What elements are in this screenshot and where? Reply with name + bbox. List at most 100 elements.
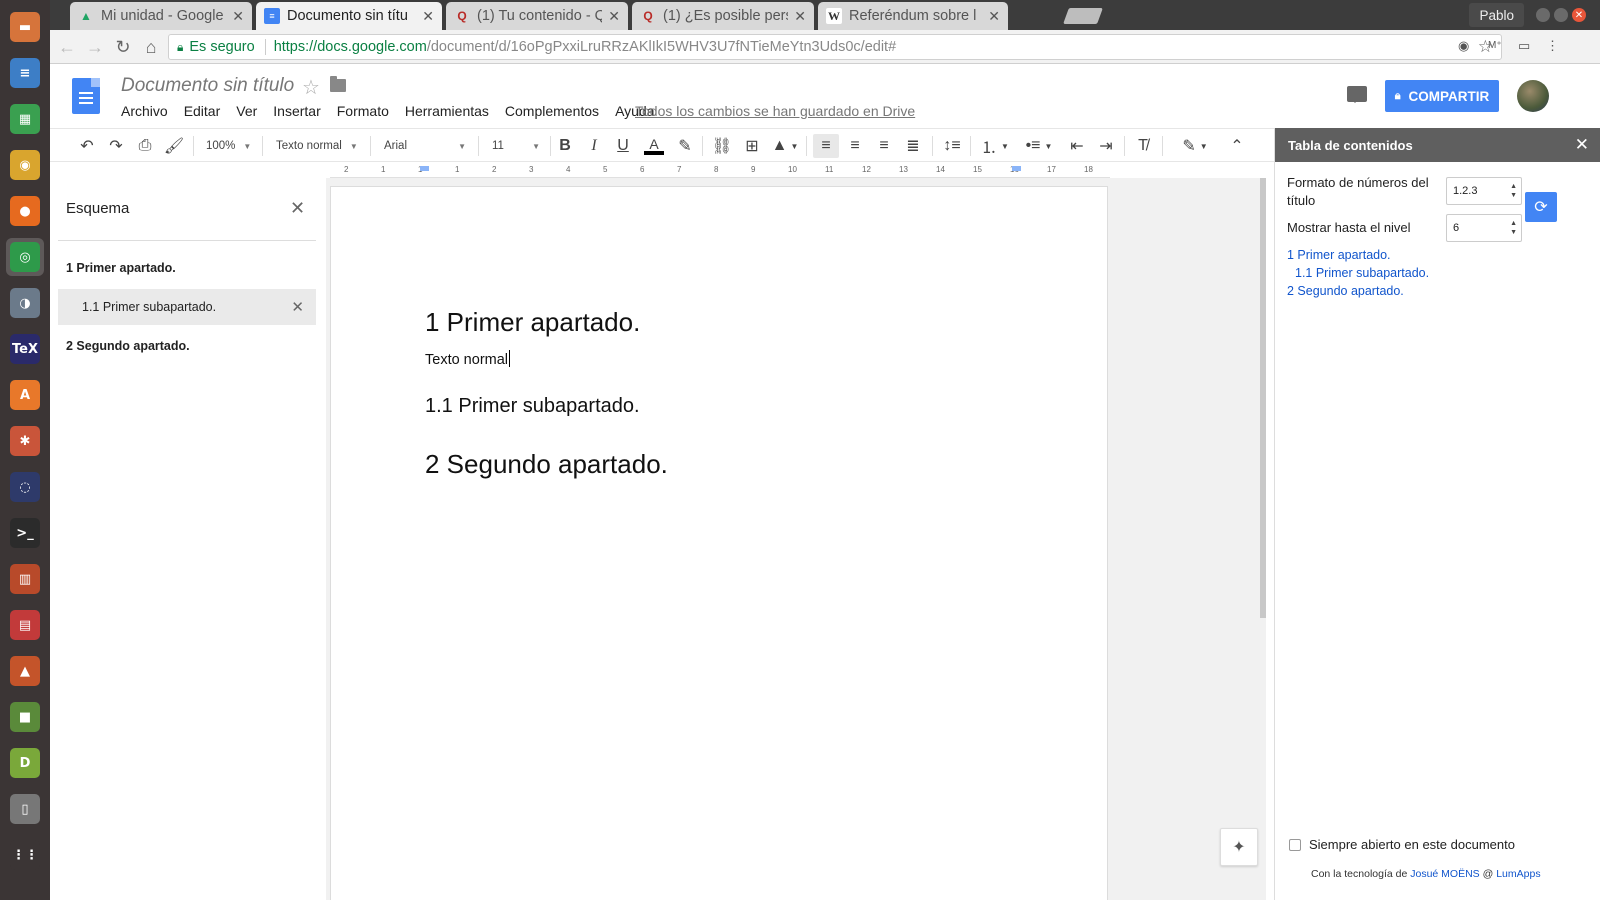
- calc-icon[interactable]: ▦: [6, 100, 44, 138]
- paragraph-style-select[interactable]: Texto normal ▼: [276, 134, 358, 158]
- settings-icon[interactable]: ✱: [6, 422, 44, 460]
- close-icon[interactable]: ✕: [608, 8, 620, 25]
- forward-icon[interactable]: →: [84, 36, 106, 58]
- always-open-checkbox[interactable]: [1289, 838, 1301, 851]
- heading-1[interactable]: 2 Segundo apartado.: [425, 449, 668, 480]
- close-icon[interactable]: ✕: [290, 198, 305, 219]
- tab-document[interactable]: ≡ Documento sin títu ✕: [256, 2, 442, 30]
- highlight-icon[interactable]: ✎: [674, 134, 696, 158]
- scrollbar[interactable]: [1260, 178, 1266, 618]
- geogebra-icon[interactable]: ◌: [6, 468, 44, 506]
- menu-ver[interactable]: Ver: [236, 103, 257, 119]
- font-size-select[interactable]: 11 ▼: [492, 134, 540, 158]
- share-button[interactable]: 🔒︎ COMPARTIR: [1385, 80, 1499, 112]
- refresh-button[interactable]: ⟳: [1525, 192, 1557, 222]
- menu-herramientas[interactable]: Herramientas: [405, 103, 489, 119]
- document-page[interactable]: 1 Primer apartado. Texto normal 1.1 Prim…: [330, 186, 1108, 900]
- right-indent-marker[interactable]: [1012, 166, 1021, 171]
- writer-icon[interactable]: ≡: [6, 54, 44, 92]
- terminal-icon[interactable]: >_: [6, 514, 44, 552]
- avatar[interactable]: [1517, 80, 1549, 112]
- chrome-icon[interactable]: ◎: [6, 238, 44, 276]
- docs-logo-icon[interactable]: [72, 78, 100, 114]
- back-icon[interactable]: ←: [56, 36, 78, 58]
- maximize-icon[interactable]: [1554, 8, 1568, 22]
- document-title[interactable]: Documento sin título: [121, 75, 294, 97]
- extension-icon[interactable]: M⁺: [1488, 40, 1502, 51]
- outline-item[interactable]: 1.1 Primer subapartado. ✕: [58, 289, 316, 325]
- tab-quora-question[interactable]: Q (1) ¿Es posible pers ✕: [632, 2, 814, 30]
- align-justify-icon[interactable]: ≣: [902, 134, 924, 158]
- toc-link[interactable]: 1.1 Primer subapartado.: [1295, 266, 1429, 280]
- font-select[interactable]: Arial ▼: [384, 134, 466, 158]
- credit-company-link[interactable]: LumApps: [1496, 868, 1540, 880]
- dia-icon[interactable]: D: [6, 744, 44, 782]
- collapse-icon[interactable]: ⌃: [1226, 134, 1248, 158]
- redo-icon[interactable]: ↷: [105, 134, 127, 158]
- minecraft-icon[interactable]: ■: [6, 698, 44, 736]
- credit-author-link[interactable]: Josué MOËNS: [1410, 868, 1479, 880]
- always-open-option[interactable]: Siempre abierto en este documento: [1289, 837, 1515, 852]
- minimize-icon[interactable]: [1536, 8, 1550, 22]
- earth-pro-icon[interactable]: ◑: [6, 284, 44, 322]
- link-icon[interactable]: ⛓︎: [710, 134, 734, 158]
- menu-editar[interactable]: Editar: [184, 103, 221, 119]
- menu-insertar[interactable]: Insertar: [273, 103, 320, 119]
- outline-item[interactable]: 1 Primer apartado.: [58, 250, 316, 286]
- save-status[interactable]: Todos los cambios se han guardado en Dri…: [635, 103, 915, 119]
- zoom-select[interactable]: 100% ▼: [206, 134, 251, 158]
- body-paragraph[interactable]: Texto normal: [425, 350, 511, 368]
- text-color-icon[interactable]: A: [642, 134, 666, 158]
- add-comment-icon[interactable]: ⊞: [741, 134, 763, 158]
- bold-icon[interactable]: B: [554, 134, 576, 158]
- align-center-icon[interactable]: ≡: [844, 134, 866, 158]
- software-center-icon[interactable]: A: [6, 376, 44, 414]
- line-spacing-icon[interactable]: ↕≡: [940, 134, 964, 158]
- close-icon[interactable]: ✕: [794, 8, 806, 25]
- tab-quora-content[interactable]: Q (1) Tu contenido - Q ✕: [446, 2, 628, 30]
- menu-complementos[interactable]: Complementos: [505, 103, 599, 119]
- comments-icon[interactable]: [1347, 86, 1367, 103]
- editing-mode-icon[interactable]: ✎ ▼: [1178, 134, 1212, 158]
- increase-indent-icon[interactable]: ⇥: [1095, 134, 1117, 158]
- cast-icon[interactable]: ▭: [1518, 38, 1530, 54]
- new-tab-button[interactable]: [1063, 8, 1103, 24]
- align-left-icon[interactable]: ≡: [813, 134, 839, 158]
- decrease-indent-icon[interactable]: ⇤: [1066, 134, 1088, 158]
- print-icon[interactable]: ⎙: [134, 134, 156, 158]
- files-icon[interactable]: ▬: [6, 8, 44, 46]
- game-icon[interactable]: ▲: [6, 652, 44, 690]
- number-format-select[interactable]: 1.2.3 ▲ ▼: [1446, 177, 1522, 205]
- pdf-icon[interactable]: ▤: [6, 606, 44, 644]
- toc-link[interactable]: 1 Primer apartado.: [1287, 248, 1391, 262]
- texmaker-icon[interactable]: TeX: [6, 330, 44, 368]
- window-close-icon[interactable]: ✕: [1572, 8, 1586, 22]
- paint-format-icon[interactable]: 🖌︎: [163, 134, 185, 158]
- explore-icon[interactable]: ✦: [1220, 828, 1258, 866]
- reload-icon[interactable]: ↻: [112, 36, 134, 58]
- toc-link[interactable]: 2 Segundo apartado.: [1287, 284, 1404, 298]
- numbered-list-icon[interactable]: ⒈ ▼: [978, 134, 1012, 158]
- address-bar[interactable]: 🔒︎ Es seguro https://docs.google.com /do…: [168, 34, 1502, 60]
- extension-icon[interactable]: ◉: [1458, 38, 1469, 54]
- insert-image-icon[interactable]: ▲ ▼: [770, 134, 800, 158]
- tab-drive[interactable]: ▲ Mi unidad - Google ✕: [70, 2, 252, 30]
- chrome-menu-icon[interactable]: ⋮: [1546, 38, 1559, 54]
- bulleted-list-icon[interactable]: •≡ ▼: [1022, 134, 1056, 158]
- close-icon[interactable]: ✕: [422, 8, 434, 25]
- apps-grid-icon[interactable]: ⋮⋮: [6, 836, 44, 874]
- left-indent-marker[interactable]: [420, 166, 429, 171]
- align-right-icon[interactable]: ≡: [873, 134, 895, 158]
- rhythmbox-icon[interactable]: ◉: [6, 146, 44, 184]
- underline-icon[interactable]: U: [612, 134, 634, 158]
- heading-2[interactable]: 1.1 Primer subapartado.: [425, 395, 640, 418]
- firefox-icon[interactable]: ●: [6, 192, 44, 230]
- close-icon[interactable]: ✕: [988, 8, 1000, 25]
- outline-item[interactable]: 2 Segundo apartado.: [58, 328, 316, 364]
- close-icon[interactable]: ✕: [291, 298, 304, 316]
- close-icon[interactable]: ✕: [1575, 135, 1589, 155]
- library-icon[interactable]: ▥: [6, 560, 44, 598]
- italic-icon[interactable]: I: [583, 134, 605, 158]
- home-icon[interactable]: ⌂: [140, 36, 162, 58]
- folder-icon[interactable]: [330, 76, 346, 92]
